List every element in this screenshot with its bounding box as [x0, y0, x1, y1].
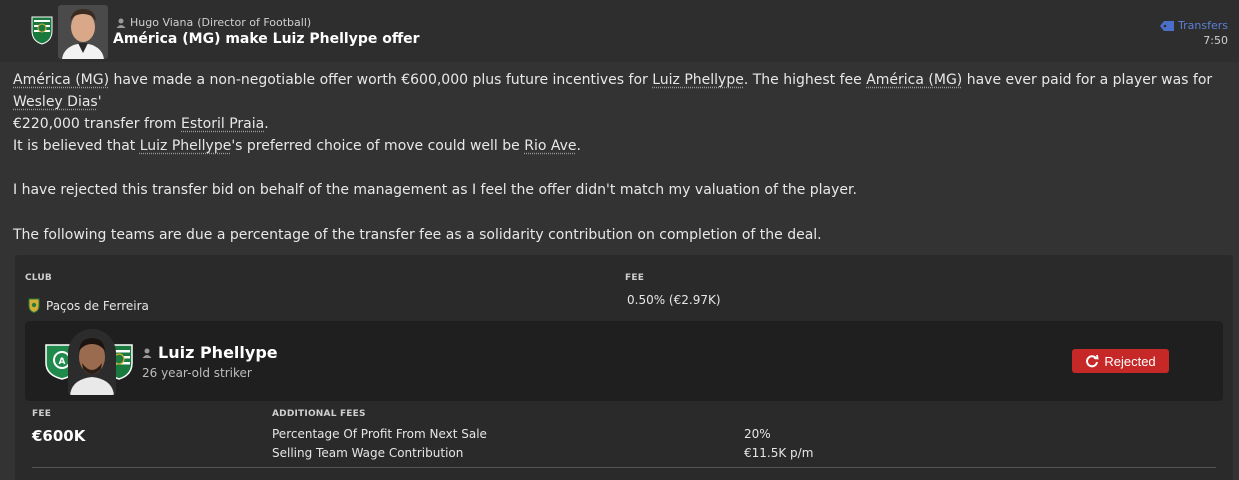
player-link[interactable]: Luiz Phellype	[652, 72, 744, 88]
pacos-crest-icon	[28, 298, 40, 313]
player-link[interactable]: Luiz Phellype	[140, 138, 232, 154]
rejected-label: Rejected	[1104, 354, 1155, 369]
refresh-icon	[1085, 354, 1099, 368]
player-name[interactable]: Luiz Phellype	[158, 343, 278, 362]
sender-name[interactable]: Hugo Viana	[130, 16, 193, 29]
message-paragraph-3: I have rejected this transfer bid on beh…	[13, 179, 1223, 201]
news-title: América (MG) make Luiz Phellype offer	[113, 31, 420, 47]
text-segment: .	[264, 116, 268, 132]
category-label[interactable]: Transfers	[1178, 19, 1228, 32]
news-time: 7:50	[1203, 34, 1228, 47]
additional-fee-value: €11.5K p/m	[744, 446, 813, 460]
fee-column-header: FEE	[625, 273, 644, 283]
person-icon	[142, 348, 152, 358]
sporting-crest-icon	[30, 15, 54, 45]
fee-value: €600K	[32, 427, 85, 445]
svg-text:A: A	[59, 357, 66, 367]
club-link[interactable]: América (MG)	[13, 72, 109, 88]
additional-fees-label: ADDITIONAL FEES	[272, 409, 366, 419]
tag-icon	[1160, 21, 1174, 31]
fee-label: FEE	[32, 409, 51, 419]
text-segment: '	[98, 94, 102, 110]
sender-line: Hugo Viana (Director of Football)	[116, 16, 311, 29]
text-segment: . The highest fee	[744, 72, 866, 88]
transfer-panel: CLUB FEE Paços de Ferreira 0.50% (€2.97K…	[15, 255, 1233, 480]
divider	[32, 467, 1216, 468]
category-link[interactable]: Transfers	[1160, 19, 1228, 32]
text-segment: have made a non-negotiable offer worth €…	[109, 72, 652, 88]
player-photo[interactable]	[68, 329, 116, 395]
message-paragraph-2: It is believed that Luiz Phellype's pref…	[13, 135, 1223, 157]
person-icon	[116, 18, 126, 28]
news-header: Hugo Viana (Director of Football) Améric…	[0, 0, 1239, 62]
player-description: 26 year-old striker	[142, 366, 252, 380]
text-segment: It is believed that	[13, 138, 140, 154]
solidarity-club-name[interactable]: Paços de Ferreira	[46, 299, 149, 313]
rejected-status-button[interactable]: Rejected	[1072, 349, 1169, 373]
club-link[interactable]: Estoril Praia	[181, 116, 264, 132]
player-card: A Luiz Phellype 26 year-old striker Reje…	[25, 321, 1223, 401]
solidarity-club[interactable]: Paços de Ferreira	[28, 298, 149, 313]
club-column-header: CLUB	[25, 273, 52, 283]
text-segment: 's preferred choice of move could well b…	[231, 138, 524, 154]
text-segment: have ever paid for a player was for	[962, 72, 1212, 88]
additional-fee-label: Selling Team Wage Contribution	[272, 446, 463, 460]
sender-role: (Director of Football)	[197, 16, 311, 29]
text-segment: .	[577, 138, 581, 154]
additional-fee-label: Percentage Of Profit From Next Sale	[272, 427, 487, 441]
additional-fee-value: 20%	[744, 427, 771, 441]
club-link[interactable]: América (MG)	[866, 72, 962, 88]
solidarity-fee: 0.50% (€2.97K)	[627, 293, 721, 307]
message-paragraph-4: The following teams are due a percentage…	[13, 224, 1223, 246]
message-paragraph-1: América (MG) have made a non-negotiable …	[13, 69, 1223, 135]
player-name-row[interactable]: Luiz Phellype	[142, 343, 278, 362]
club-link[interactable]: Rio Ave	[524, 138, 576, 154]
sender-avatar[interactable]	[58, 5, 108, 59]
text-segment: €220,000 transfer from	[13, 116, 181, 132]
player-link[interactable]: Wesley Dias	[13, 94, 98, 110]
